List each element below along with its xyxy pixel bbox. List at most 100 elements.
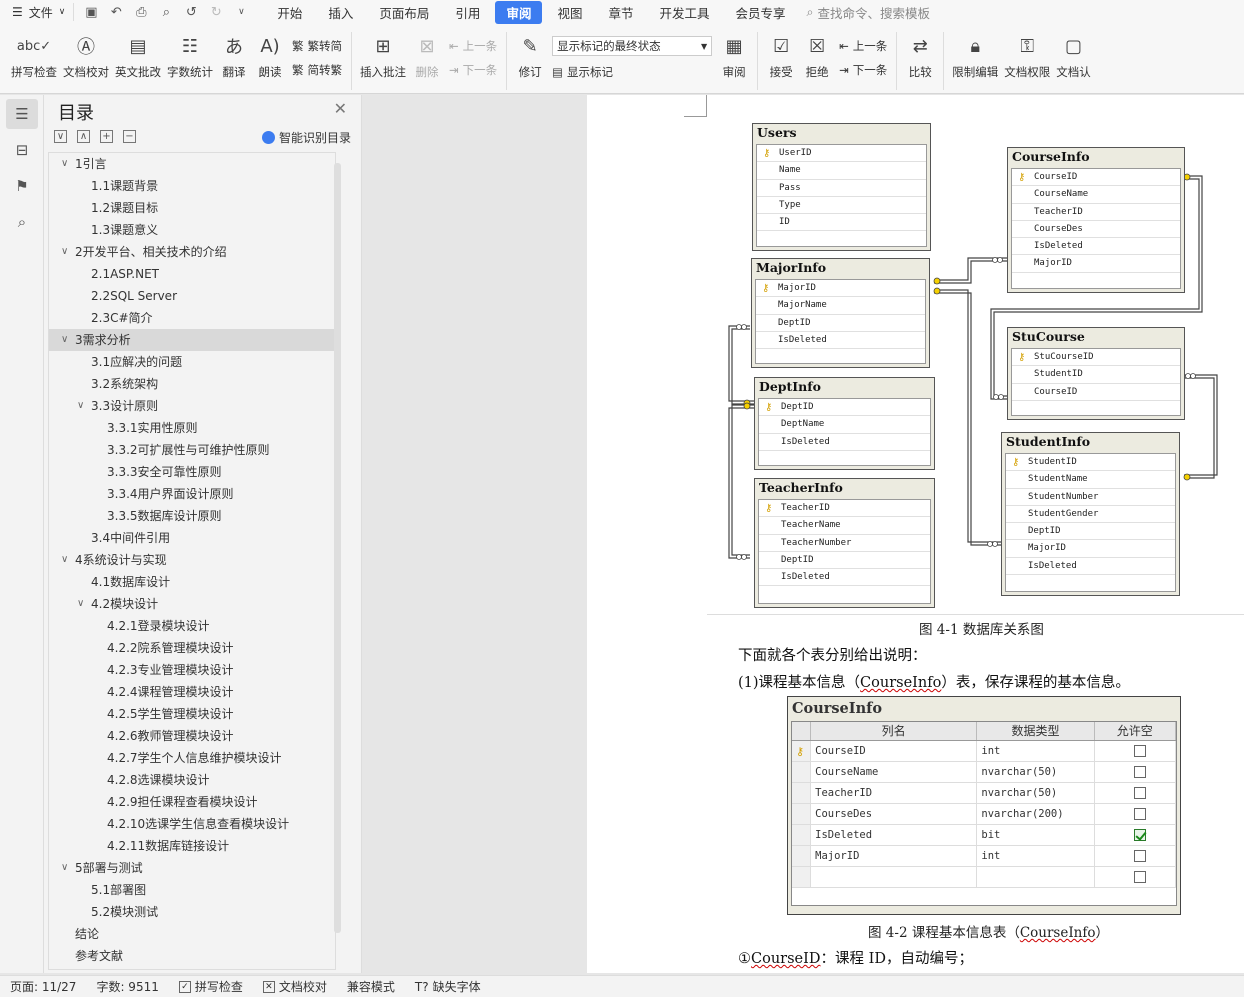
toc-item[interactable]: 3.3.3安全可靠性原则 bbox=[49, 461, 335, 483]
doc-permission-button[interactable]: ⚿ 文档权限 bbox=[1001, 32, 1053, 80]
data-type-cell[interactable]: int bbox=[977, 741, 1095, 761]
spell-check-button[interactable]: abc✓ 拼写检查 bbox=[8, 32, 60, 80]
allow-null-checkbox[interactable] bbox=[1133, 850, 1146, 862]
delete-comment-button[interactable]: ⊠ 删除 bbox=[409, 32, 445, 80]
doc-cert-button[interactable]: ▢ 文档认 bbox=[1053, 32, 1094, 80]
tab-1[interactable]: 插入 bbox=[317, 1, 364, 24]
column-name-cell[interactable] bbox=[811, 867, 978, 887]
allow-null-checkbox[interactable] bbox=[1133, 766, 1146, 778]
toc-scrollbar[interactable] bbox=[334, 163, 341, 933]
toc-item[interactable]: 3.1应解决的问题 bbox=[49, 351, 335, 373]
toc-item[interactable]: 4.2.9担任课程查看模块设计 bbox=[49, 791, 335, 813]
search-icon[interactable]: ⌕ bbox=[6, 207, 38, 237]
data-type-cell[interactable]: nvarchar(200) bbox=[977, 804, 1095, 824]
print-icon[interactable]: ⎙ bbox=[130, 3, 152, 21]
doc-proofread-button[interactable]: Ⓐ 文档校对 bbox=[60, 32, 112, 80]
spell-check-status[interactable]: ✓ 拼写检查 bbox=[169, 978, 253, 995]
toc-item[interactable]: 3.3.1实用性原则 bbox=[49, 417, 335, 439]
navigation-icon[interactable]: ⊟ bbox=[6, 135, 38, 165]
proofread-status[interactable]: ✕ 文档校对 bbox=[253, 978, 337, 995]
column-name-cell[interactable]: CourseID bbox=[811, 741, 978, 761]
close-icon[interactable]: ✕ bbox=[334, 99, 347, 118]
toc-item[interactable]: 4.1数据库设计 bbox=[49, 571, 335, 593]
toc-item[interactable]: 参考文献 bbox=[49, 945, 335, 967]
tab-3[interactable]: 引用 bbox=[444, 1, 491, 24]
chevron-down-icon[interactable]: ∨ bbox=[77, 395, 84, 417]
tab-6[interactable]: 章节 bbox=[597, 1, 644, 24]
compat-mode[interactable]: 兼容模式 bbox=[337, 978, 405, 995]
toc-item[interactable]: 4.2.4课程管理模块设计 bbox=[49, 681, 335, 703]
toc-item[interactable]: 4.2.6教师管理模块设计 bbox=[49, 725, 335, 747]
restrict-edit-button[interactable]: 🔒︎ 限制编辑 bbox=[949, 32, 1001, 80]
toc-item[interactable]: 2.2SQL Server bbox=[49, 285, 335, 307]
row-selector[interactable] bbox=[792, 804, 812, 824]
toc-item[interactable]: 结论 bbox=[49, 923, 335, 945]
tab-7[interactable]: 开发工具 bbox=[648, 1, 720, 24]
next-change-button[interactable]: ⇥ 下一条 bbox=[839, 62, 887, 78]
toc-item[interactable]: ∨ 5部署与测试 bbox=[49, 857, 335, 879]
missing-font-status[interactable]: T? 缺失字体 bbox=[405, 978, 491, 995]
chevron-down-icon[interactable]: ∨ bbox=[61, 857, 68, 879]
toc-item[interactable]: 3.2系统架构 bbox=[49, 373, 335, 395]
toc-icon[interactable]: ☰ bbox=[6, 99, 38, 129]
word-count-indicator[interactable]: 字数: 9511 bbox=[86, 978, 168, 995]
command-search[interactable]: ⌕ 查找命令、搜索模板 bbox=[807, 3, 931, 22]
table-row[interactable] bbox=[792, 867, 1176, 888]
toc-item[interactable]: ∨ 4.2模块设计 bbox=[49, 593, 335, 615]
bookmark-icon[interactable]: ⚑ bbox=[6, 171, 38, 201]
chevron-down-icon[interactable]: ∨ bbox=[61, 329, 68, 351]
toc-item[interactable]: ∨ 2开发平台、相关技术的介绍 bbox=[49, 241, 335, 263]
insert-comment-button[interactable]: ⊞ 插入批注 bbox=[357, 32, 409, 80]
remove-heading-icon[interactable]: − bbox=[123, 130, 136, 143]
next-comment-button[interactable]: ⇥ 下一条 bbox=[449, 62, 497, 78]
prev-comment-button[interactable]: ⇤ 上一条 bbox=[449, 38, 497, 54]
translate-button[interactable]: あ翻译 bbox=[216, 32, 252, 80]
show-markup-button[interactable]: ▤ 显示标记 bbox=[552, 64, 712, 80]
tab-2[interactable]: 页面布局 bbox=[368, 1, 440, 24]
data-type-cell[interactable]: int bbox=[977, 846, 1095, 866]
reject-button[interactable]: ☒ 拒绝 bbox=[799, 32, 835, 80]
toc-item[interactable]: ∨ 1引言 bbox=[49, 153, 335, 175]
row-selector[interactable] bbox=[792, 846, 812, 866]
add-heading-icon[interactable]: + bbox=[100, 130, 113, 143]
toc-item[interactable]: 4.2.7学生个人信息维护模块设计 bbox=[49, 747, 335, 769]
toc-item[interactable]: ∨ 3需求分析 bbox=[49, 329, 335, 351]
table-row[interactable]: IsDeleted bit bbox=[792, 825, 1176, 846]
undo-icon[interactable]: ↺ bbox=[180, 3, 202, 21]
column-name-cell[interactable]: MajorID bbox=[811, 846, 978, 866]
english-review-button[interactable]: ▤ 英文批改 bbox=[112, 32, 164, 80]
toc-item[interactable]: 3.3.5数据库设计原则 bbox=[49, 505, 335, 527]
expand-all-icon[interactable]: ∧ bbox=[77, 130, 90, 143]
toc-item[interactable]: 2.1ASP.NET bbox=[49, 263, 335, 285]
prev-change-button[interactable]: ⇤ 上一条 bbox=[839, 38, 887, 54]
toc-item[interactable]: 1.3课题意义 bbox=[49, 219, 335, 241]
data-type-cell[interactable]: bit bbox=[977, 825, 1095, 845]
toc-item[interactable]: 4.2.2院系管理模块设计 bbox=[49, 637, 335, 659]
row-selector[interactable]: ⚷ bbox=[792, 741, 812, 761]
toc-item[interactable]: 3.3.4用户界面设计原则 bbox=[49, 483, 335, 505]
read-aloud-button[interactable]: A) 朗读 bbox=[252, 32, 288, 80]
toc-item[interactable]: 4.2.3专业管理模块设计 bbox=[49, 659, 335, 681]
toc-item[interactable]: 4.2.1登录模块设计 bbox=[49, 615, 335, 637]
toc-item[interactable]: 3.4中间件引用 bbox=[49, 527, 335, 549]
accept-button[interactable]: ☑ 接受 bbox=[763, 32, 799, 80]
column-name-cell[interactable]: CourseName bbox=[811, 762, 978, 782]
toc-item[interactable]: 2.3C#简介 bbox=[49, 307, 335, 329]
data-type-cell[interactable] bbox=[977, 867, 1095, 887]
markup-state-select[interactable]: 显示标记的最终状态 ▼ bbox=[552, 36, 713, 56]
row-selector[interactable] bbox=[792, 762, 812, 782]
tab-8[interactable]: 会员专享 bbox=[725, 1, 797, 24]
collapse-all-icon[interactable]: ∨ bbox=[54, 130, 67, 143]
chevron-down-icon[interactable]: ∨ bbox=[61, 241, 68, 263]
toc-item[interactable]: 4.2.10选课学生信息查看模块设计 bbox=[49, 813, 335, 835]
toc-item[interactable]: 1.1课题背景 bbox=[49, 175, 335, 197]
chevron-down-icon[interactable]: ∨ bbox=[61, 549, 68, 571]
toc-item[interactable]: 4.2.5学生管理模块设计 bbox=[49, 703, 335, 725]
smart-toc-button[interactable]: 智能识别目录 bbox=[261, 129, 351, 146]
customize-icon[interactable]: ∨ bbox=[230, 3, 252, 21]
toc-item[interactable]: 3.3.2可扩展性与可维护性原则 bbox=[49, 439, 335, 461]
tab-0[interactable]: 开始 bbox=[266, 1, 313, 24]
allow-null-checkbox[interactable] bbox=[1133, 808, 1146, 820]
file-menu[interactable]: ☰ 文件 ∨ bbox=[0, 0, 73, 24]
allow-null-checkbox[interactable] bbox=[1133, 871, 1146, 883]
